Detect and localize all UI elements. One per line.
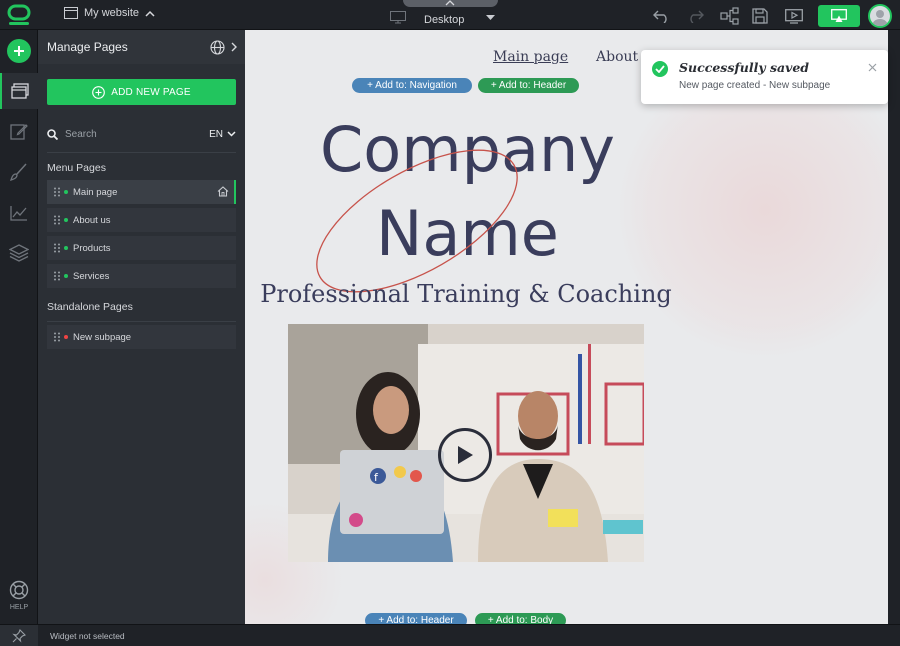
add-to-header-button[interactable]: + Add to: Header <box>478 78 579 93</box>
page-item-label: Products <box>73 242 111 254</box>
site-name: My website <box>84 7 140 19</box>
add-widget-button[interactable] <box>7 39 31 63</box>
globe-icon[interactable] <box>210 39 225 55</box>
page-item-label: Main page <box>73 186 118 198</box>
check-circle-icon <box>652 61 668 77</box>
status-bar: Widget not selected <box>0 624 900 646</box>
add-to-header-button[interactable]: + Add to: Header <box>365 613 467 624</box>
page-item[interactable]: Services <box>47 264 236 288</box>
canvas-scrollbar[interactable] <box>888 30 894 624</box>
rail-stats[interactable] <box>0 195 38 231</box>
play-button[interactable] <box>438 428 492 482</box>
tagline[interactable]: Professional Training & Coaching <box>245 280 687 308</box>
drag-handle-icon[interactable] <box>53 215 61 225</box>
toast-title: Successfully saved <box>679 60 810 75</box>
drag-handle-icon[interactable] <box>53 187 61 197</box>
page-item[interactable]: About us <box>47 208 236 232</box>
save-icon[interactable] <box>750 6 770 26</box>
pin-icon[interactable] <box>0 625 38 646</box>
standalone-pages-list: New subpage <box>47 325 236 353</box>
add-new-page-label: ADD NEW PAGE <box>111 86 191 98</box>
search-icon <box>47 128 58 140</box>
plus-icon <box>14 46 24 56</box>
success-toast: Successfully saved New page created - Ne… <box>641 50 888 104</box>
status-dot <box>64 246 68 250</box>
collapse-toolbar-tab[interactable] <box>403 0 498 7</box>
chevron-down-icon <box>227 131 236 137</box>
play-icon <box>458 446 473 464</box>
plus-circle-icon <box>92 85 106 99</box>
chevron-right-icon[interactable] <box>231 42 237 52</box>
rail-edit[interactable] <box>0 113 38 149</box>
publish-button[interactable] <box>818 5 860 27</box>
rail-design[interactable] <box>0 154 38 190</box>
decorative-oval <box>316 149 518 293</box>
rail-layers[interactable] <box>0 235 38 271</box>
preview-icon[interactable] <box>784 6 804 26</box>
desktop-icon <box>390 10 406 24</box>
device-label: Desktop <box>424 14 465 26</box>
cast-icon <box>831 9 847 22</box>
status-dot <box>64 335 68 339</box>
page-item-label: Services <box>73 270 110 282</box>
drag-handle-icon[interactable] <box>53 332 61 342</box>
panel-header: Manage Pages <box>38 30 245 64</box>
sitemap-icon[interactable] <box>720 6 740 26</box>
page-item[interactable]: New subpage <box>47 325 236 349</box>
search-input[interactable] <box>65 128 203 140</box>
chevron-down-icon <box>486 15 496 21</box>
menu-pages-heading: Menu Pages <box>47 162 106 174</box>
chevron-up-icon <box>145 10 155 17</box>
language-select[interactable]: EN <box>209 129 236 140</box>
add-new-page-button[interactable]: ADD NEW PAGE <box>47 79 236 105</box>
toast-message: New page created - New subpage <box>679 80 831 91</box>
window-icon <box>64 7 78 19</box>
chevron-up-icon <box>445 0 455 6</box>
status-text: Widget not selected <box>50 631 125 641</box>
add-to-navigation-button[interactable]: + Add to: Navigation <box>352 78 472 93</box>
menu-pages-list: Main page About us Products Services <box>47 180 236 292</box>
search-row: EN <box>47 125 236 143</box>
status-dot <box>64 218 68 222</box>
site-switcher[interactable]: My website <box>64 7 155 19</box>
divider <box>47 321 236 322</box>
left-rail: HELP <box>0 30 38 624</box>
device-switcher[interactable]: Desktop <box>390 8 496 26</box>
layers-icon <box>9 244 29 262</box>
language-value: EN <box>209 128 223 140</box>
home-icon <box>217 186 229 197</box>
drag-handle-icon[interactable] <box>53 243 61 253</box>
top-bar: My website Desktop <box>0 0 900 30</box>
app-logo[interactable] <box>6 4 32 26</box>
divider <box>47 152 236 153</box>
help-label: HELP <box>9 604 29 611</box>
page-item-label: About us <box>73 214 111 226</box>
undo-icon[interactable] <box>652 6 672 26</box>
nav-link-main-page[interactable]: Main page <box>493 49 568 65</box>
website-canvas[interactable]: Main page About u + Add to: Navigation +… <box>245 30 894 624</box>
page-item-label: New subpage <box>73 331 132 343</box>
video-widget[interactable]: f <box>288 324 644 562</box>
user-avatar[interactable] <box>868 4 892 28</box>
brush-icon <box>10 163 27 181</box>
manage-pages-panel: Manage Pages ADD NEW PAGE EN Menu Pages … <box>38 30 245 624</box>
status-dot <box>64 274 68 278</box>
edit-icon <box>10 124 28 140</box>
page-item[interactable]: Main page <box>47 180 236 204</box>
rail-pages[interactable] <box>0 73 38 109</box>
standalone-pages-heading: Standalone Pages <box>47 301 133 313</box>
redo-icon[interactable] <box>685 6 705 26</box>
status-dot <box>64 190 68 194</box>
drag-handle-icon[interactable] <box>53 271 61 281</box>
panel-title: Manage Pages <box>47 40 128 54</box>
add-to-body-button[interactable]: + Add to: Body <box>475 613 566 624</box>
close-icon[interactable] <box>868 63 877 72</box>
page-item[interactable]: Products <box>47 236 236 260</box>
chart-icon <box>10 206 27 221</box>
help-button[interactable]: HELP <box>0 580 38 611</box>
lifebuoy-icon <box>9 580 29 600</box>
user-icon <box>872 10 888 26</box>
pages-icon <box>11 83 29 99</box>
